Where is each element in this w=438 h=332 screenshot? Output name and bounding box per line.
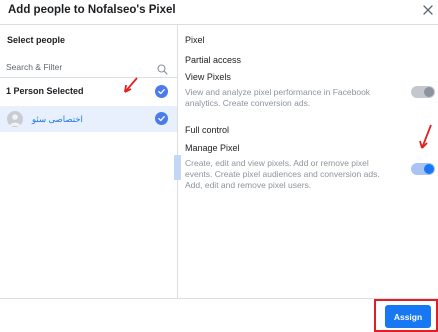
asset-title: Pixel xyxy=(185,35,205,45)
annotation-highlight-box xyxy=(374,299,438,332)
view-pixels-label: View Pixels xyxy=(185,72,231,82)
permissions-panel: Pixel Partial access View Pixels View an… xyxy=(178,25,438,298)
manage-pixel-toggle[interactable] xyxy=(411,163,435,175)
manage-pixel-label: Manage Pixel xyxy=(185,143,240,153)
dialog-title: Add people to Nofalseo's Pixel xyxy=(8,4,176,16)
people-panel: Select people 1 Person Selected xyxy=(0,25,177,298)
search-row xyxy=(0,56,177,78)
toggle-knob xyxy=(424,164,434,174)
person-check-icon[interactable] xyxy=(155,112,168,125)
search-input[interactable] xyxy=(6,60,146,74)
select-all-check-icon[interactable] xyxy=(155,85,168,98)
person-row[interactable]: اختصاصی سئو xyxy=(0,106,177,132)
dialog-header: Add people to Nofalseo's Pixel xyxy=(0,0,438,24)
partial-access-heading: Partial access xyxy=(185,55,242,65)
person-name: اختصاصی سئو xyxy=(32,114,83,124)
toggle-knob xyxy=(424,87,434,97)
avatar xyxy=(7,111,23,127)
search-icon[interactable] xyxy=(157,62,168,75)
view-pixels-description: View and analyze pixel performance in Fa… xyxy=(185,87,371,108)
add-people-dialog: Add people to Nofalseo's Pixel Select pe… xyxy=(0,0,438,332)
selected-count-label: 1 Person Selected xyxy=(6,86,84,96)
view-pixels-toggle[interactable] xyxy=(411,86,435,98)
manage-pixel-description: Create, edit and view pixels. Add or rem… xyxy=(185,158,380,190)
close-icon[interactable] xyxy=(420,2,436,18)
full-control-heading: Full control xyxy=(185,125,230,135)
select-people-label: Select people xyxy=(7,35,66,45)
selected-count-row: 1 Person Selected xyxy=(0,78,177,105)
footer-divider xyxy=(0,298,438,299)
